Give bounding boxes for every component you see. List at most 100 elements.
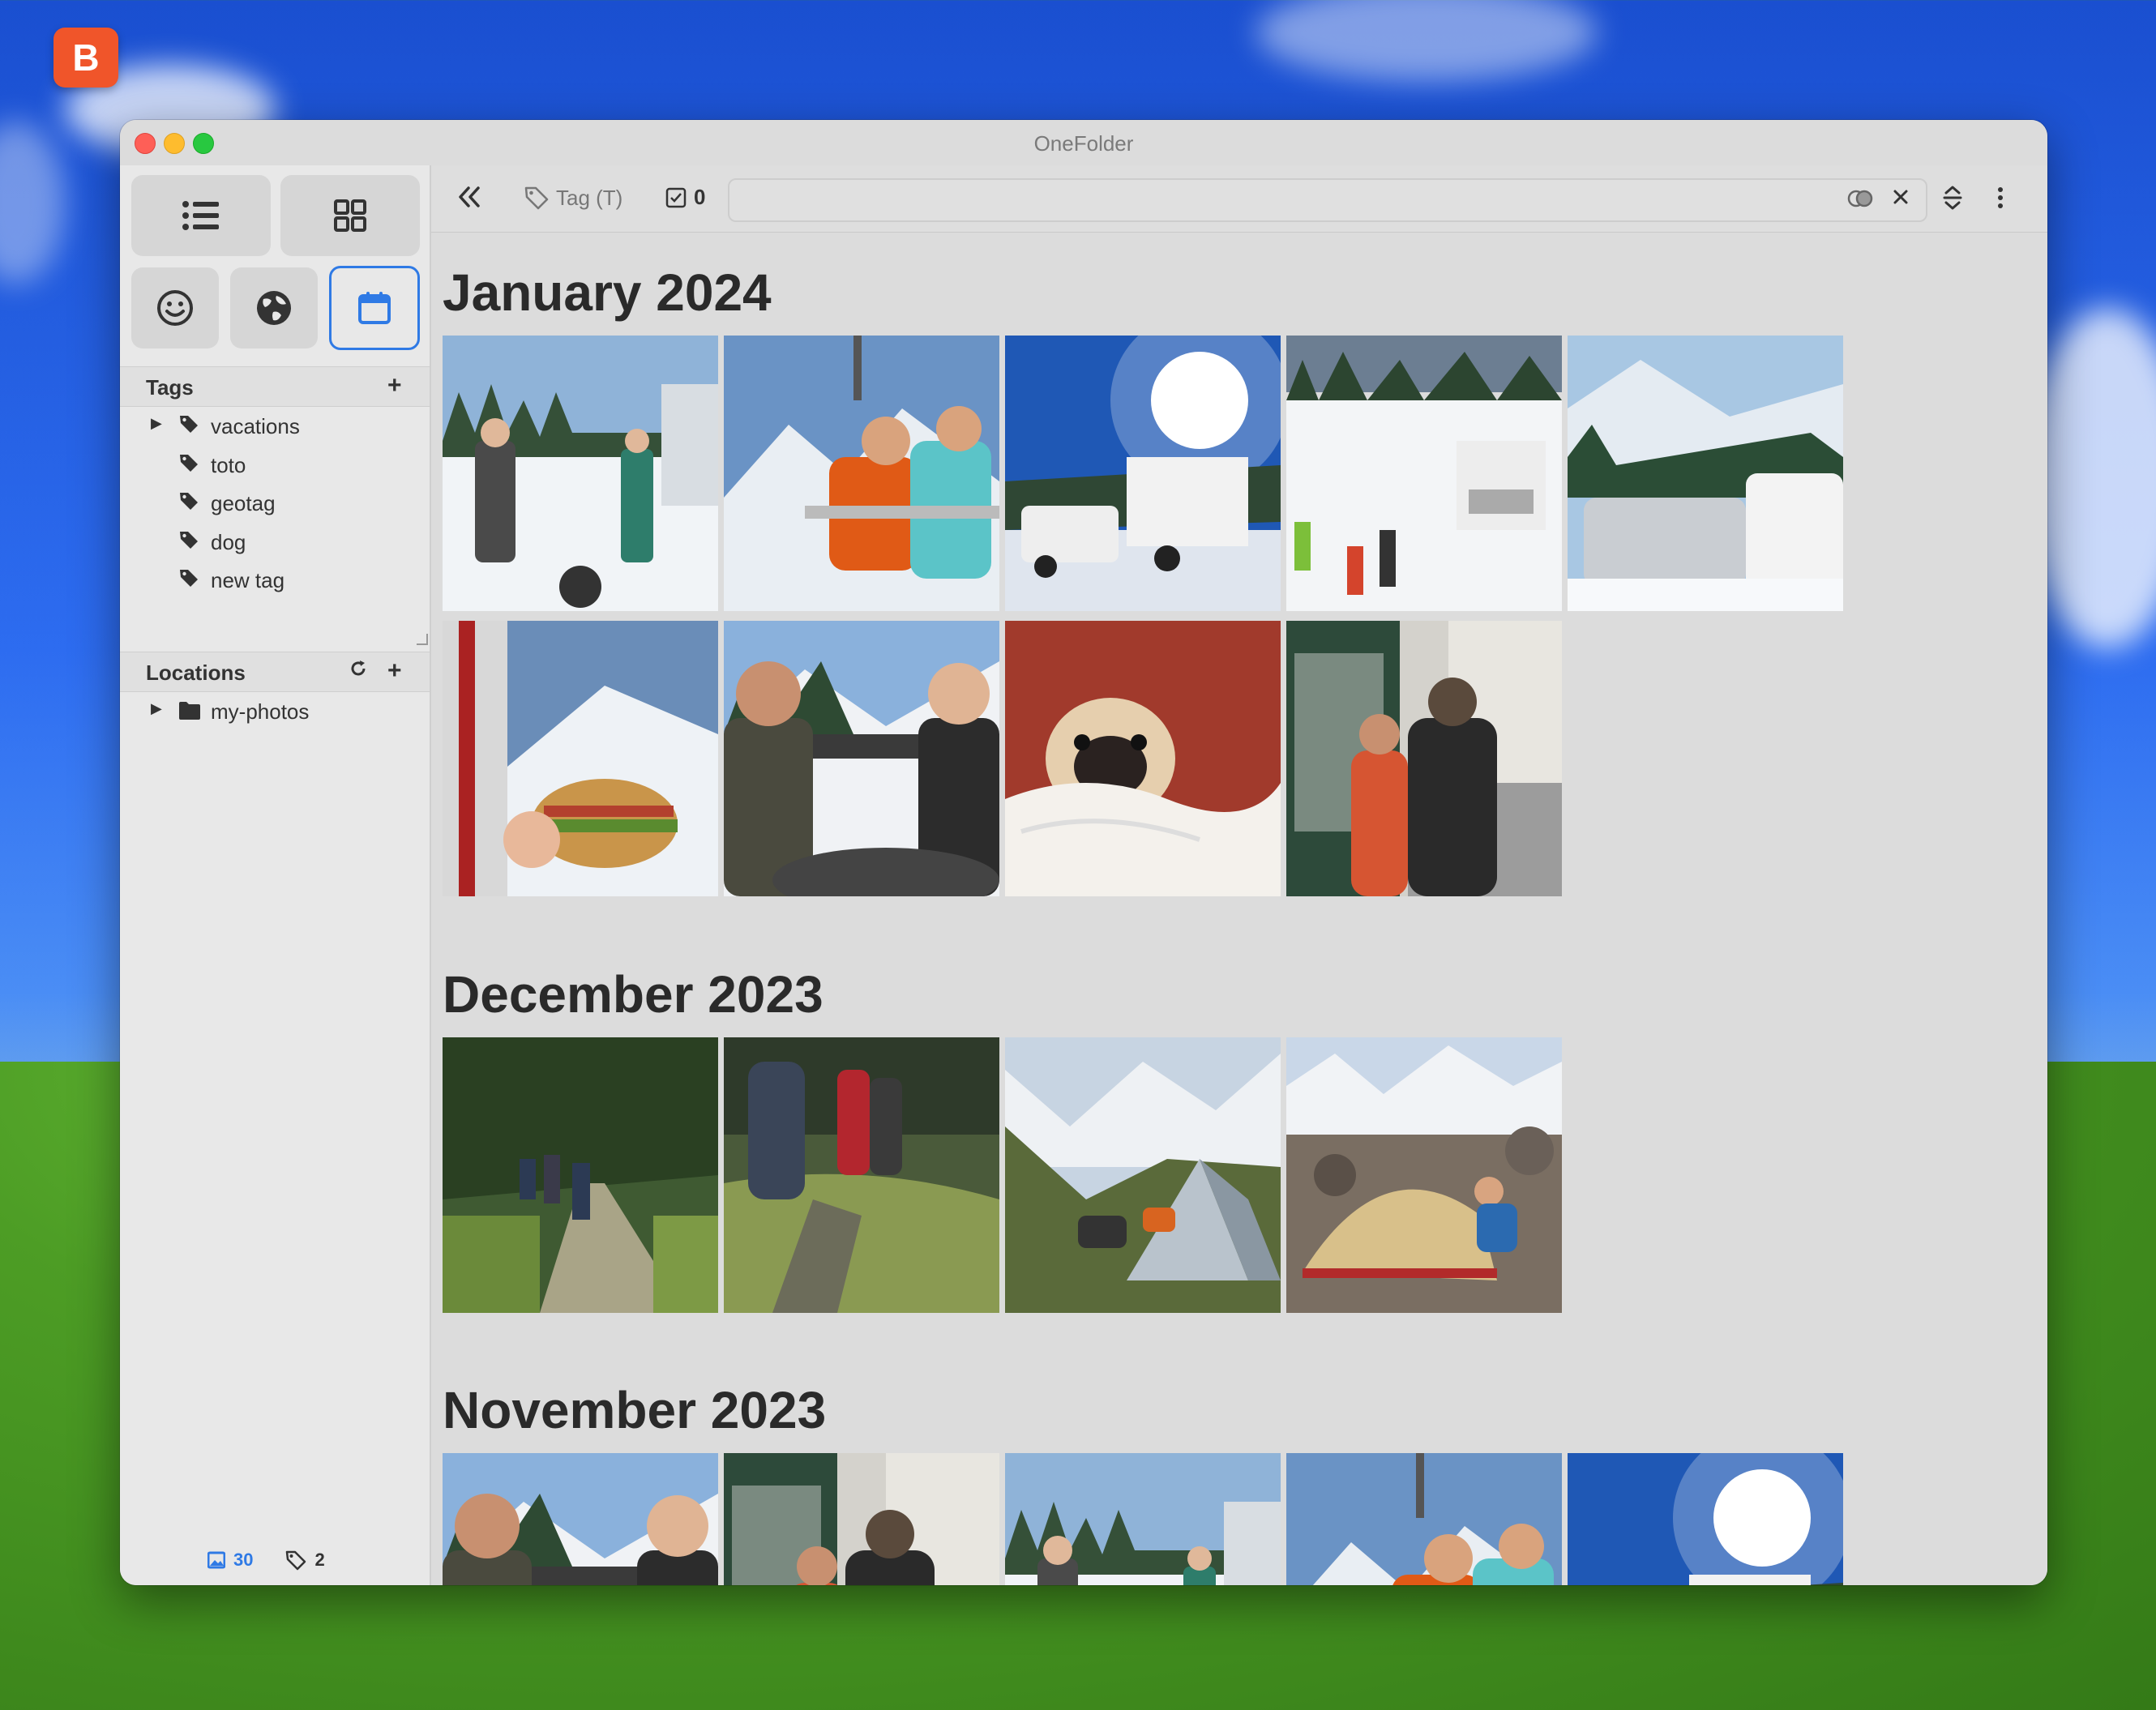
- tent-in-valley-photo: [1005, 1037, 1281, 1313]
- tag-count: 2: [285, 1550, 325, 1571]
- photo-thumbnail[interactable]: [443, 336, 718, 611]
- desktop-cloud: [1256, 0, 1597, 81]
- match-toggle-button[interactable]: [1846, 188, 1874, 213]
- calendar-icon: [358, 292, 391, 324]
- snow-camp-group-photo: [443, 336, 718, 611]
- snowed-in-vans-photo: [1568, 336, 1843, 611]
- photo-thumbnail[interactable]: [1005, 1037, 1281, 1313]
- venn-toggle-icon: [1847, 190, 1873, 207]
- photo-thumbnail[interactable]: [1286, 1453, 1562, 1585]
- people-on-bus-photo: [1286, 621, 1562, 896]
- pug-in-blanket-photo: [1005, 621, 1281, 896]
- tag-item[interactable]: toto: [120, 446, 430, 483]
- rv-sunny-snow-photo: [1005, 336, 1281, 611]
- expand-caret-icon[interactable]: ▶: [151, 415, 162, 432]
- photo-thumbnail[interactable]: [1286, 1037, 1562, 1313]
- image-count: 30: [207, 1550, 253, 1571]
- photo-thumbnail[interactable]: [1005, 336, 1281, 611]
- map-view-button[interactable]: [230, 267, 318, 348]
- refresh-icon: [351, 660, 366, 676]
- photo-thumbnail[interactable]: [1005, 621, 1281, 896]
- skiers-walking-to-rv-photo: [1286, 336, 1562, 611]
- chairlift-couple-photo: [724, 336, 999, 611]
- photo-thumbnail[interactable]: [1568, 336, 1843, 611]
- grid-view-icon: [334, 199, 366, 232]
- photo-thumbnail[interactable]: [724, 1453, 999, 1585]
- smiley-icon: [157, 290, 193, 326]
- location-item[interactable]: ▶ my-photos: [120, 692, 430, 729]
- search-input[interactable]: [739, 185, 1845, 214]
- resize-handle[interactable]: [417, 634, 428, 645]
- close-icon: [1893, 190, 1908, 204]
- tag-outline-icon: [286, 1550, 306, 1571]
- tag-label: toto: [211, 452, 246, 477]
- expand-caret-icon[interactable]: ▶: [151, 700, 162, 717]
- photo-thumbnail[interactable]: [1568, 1453, 1843, 1585]
- photo-thumbnail[interactable]: [1286, 621, 1562, 896]
- tag-item[interactable]: ▶ vacations: [120, 407, 430, 444]
- tag-count-value: 2: [314, 1550, 325, 1570]
- tag-icon: [524, 186, 549, 210]
- globe-icon: [257, 291, 291, 325]
- photo-thumbnail[interactable]: [724, 336, 999, 611]
- photo-thumbnail[interactable]: [443, 1453, 718, 1585]
- chairlift-couple-photo: [1286, 1453, 1562, 1585]
- friends-on-deck-photo: [443, 1453, 718, 1585]
- month-heading: January 2024: [443, 263, 772, 322]
- toolbar: Tag (T) 0: [431, 165, 2047, 233]
- double-chevron-left-icon: [459, 186, 480, 207]
- tag-icon: [180, 570, 198, 587]
- add-location-button[interactable]: +: [387, 657, 402, 685]
- collapse-sidebar-button[interactable]: [456, 183, 483, 211]
- select-toggle-button[interactable]: 0: [665, 185, 705, 210]
- clear-search-button[interactable]: [1890, 186, 1911, 212]
- more-vertical-icon: [1998, 187, 2003, 208]
- list-view-button[interactable]: [131, 175, 271, 256]
- sidebar: Tags + ▶ vacations toto geotag dog new tag Lo…: [120, 165, 431, 1585]
- photo-thumbnail[interactable]: [724, 621, 999, 896]
- tent-in-rocks-photo: [1286, 1037, 1562, 1313]
- tag-label: geotag: [211, 491, 276, 515]
- tag-icon: [180, 531, 198, 549]
- photo-thumbnail[interactable]: [724, 1037, 999, 1313]
- forest-trail-hikers-photo: [443, 1037, 718, 1313]
- image-icon: [207, 1551, 225, 1569]
- search-bar: [728, 178, 1927, 222]
- photo-thumbnail[interactable]: [443, 1037, 718, 1313]
- sandwich-on-skis-photo: [443, 621, 718, 896]
- photo-thumbnail[interactable]: [1286, 336, 1562, 611]
- tag-label: new tag: [211, 568, 285, 592]
- checkbox-icon: [665, 187, 687, 207]
- locations-section-header: Locations +: [120, 652, 430, 692]
- faces-view-button[interactable]: [131, 267, 219, 348]
- photo-thumbnail[interactable]: [1005, 1453, 1281, 1585]
- selected-count: 0: [694, 185, 706, 209]
- app-dock-icon[interactable]: B: [53, 28, 118, 88]
- location-label: my-photos: [211, 699, 310, 724]
- month-heading: December 2023: [443, 965, 823, 1024]
- sort-button[interactable]: [1940, 183, 1965, 212]
- grid-view-button[interactable]: [280, 175, 420, 256]
- tag-item[interactable]: new tag: [120, 561, 430, 598]
- tag-button[interactable]: Tag (T): [524, 185, 622, 211]
- hikers-in-grass-photo: [724, 1037, 999, 1313]
- photo-thumbnail[interactable]: [443, 621, 718, 896]
- refresh-locations-button[interactable]: [349, 659, 368, 684]
- tag-icon: [180, 454, 198, 472]
- snow-camp-group-photo: [1005, 1453, 1281, 1585]
- locations-header-label: Locations: [146, 660, 246, 685]
- tags-header-label: Tags: [146, 375, 194, 400]
- tag-icon: [180, 493, 198, 510]
- people-on-bus-photo: [724, 1453, 999, 1585]
- tag-item[interactable]: dog: [120, 523, 430, 560]
- calendar-view-button[interactable]: [329, 266, 420, 350]
- status-bar: 30 2: [207, 1550, 325, 1571]
- month-heading: November 2023: [443, 1381, 827, 1439]
- main-panel: Tag (T) 0 January 2024 December 2023 Nov…: [431, 165, 2047, 1585]
- tag-icon: [180, 416, 198, 433]
- add-tag-button[interactable]: +: [387, 372, 402, 400]
- more-options-button[interactable]: [1996, 183, 2005, 212]
- tag-item[interactable]: geotag: [120, 484, 430, 521]
- tag-label: vacations: [211, 414, 300, 438]
- image-count-value: 30: [233, 1550, 254, 1570]
